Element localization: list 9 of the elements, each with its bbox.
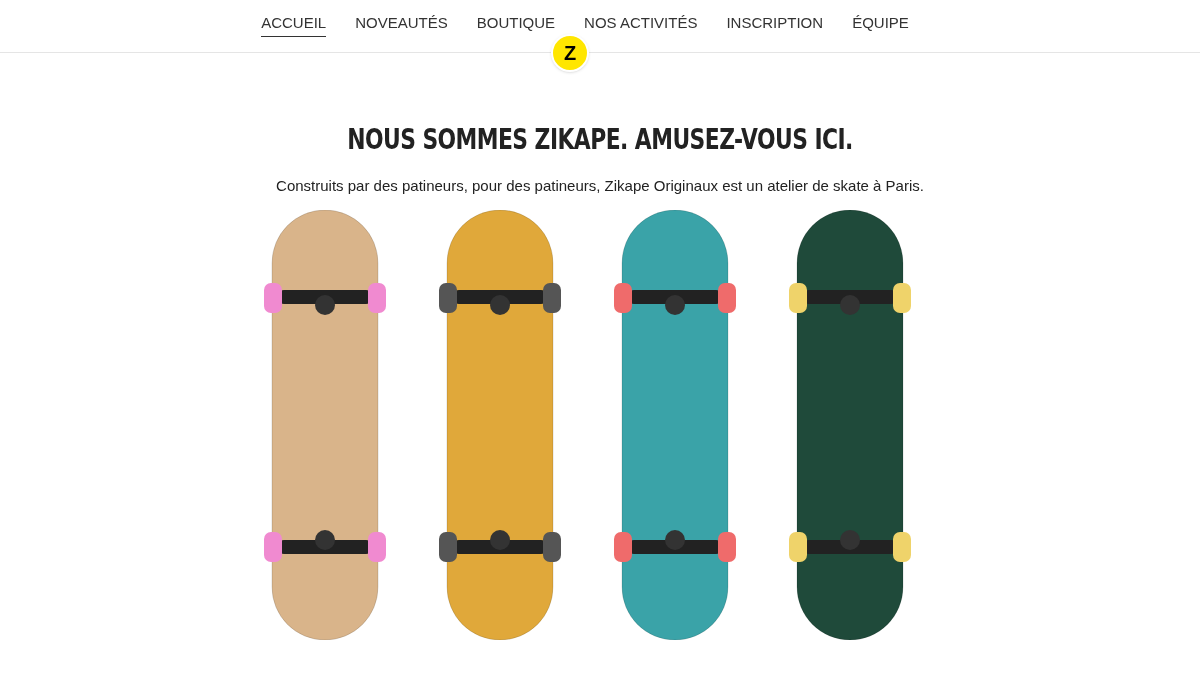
nav-link[interactable]: ÉQUIPE bbox=[852, 12, 909, 37]
hero-subtitle: Construits par des patineurs, pour des patineurs, Zikape Originaux est un atelier de skate à Paris. bbox=[275, 176, 925, 196]
nav-link[interactable]: NOVEAUTÉS bbox=[355, 12, 448, 37]
nav-link[interactable]: NOS ACTIVITÉS bbox=[584, 12, 698, 37]
nav-link[interactable]: INSCRIPTION bbox=[726, 12, 824, 37]
logo[interactable]: Z bbox=[551, 34, 589, 72]
hero-title: NOUS SOMMES ZIKAPE. AMUSEZ-VOUS ICI. bbox=[346, 122, 854, 158]
nav-link[interactable]: ACCUEIL bbox=[261, 12, 327, 37]
nav-link[interactable]: BOUTIQUE bbox=[476, 12, 556, 37]
